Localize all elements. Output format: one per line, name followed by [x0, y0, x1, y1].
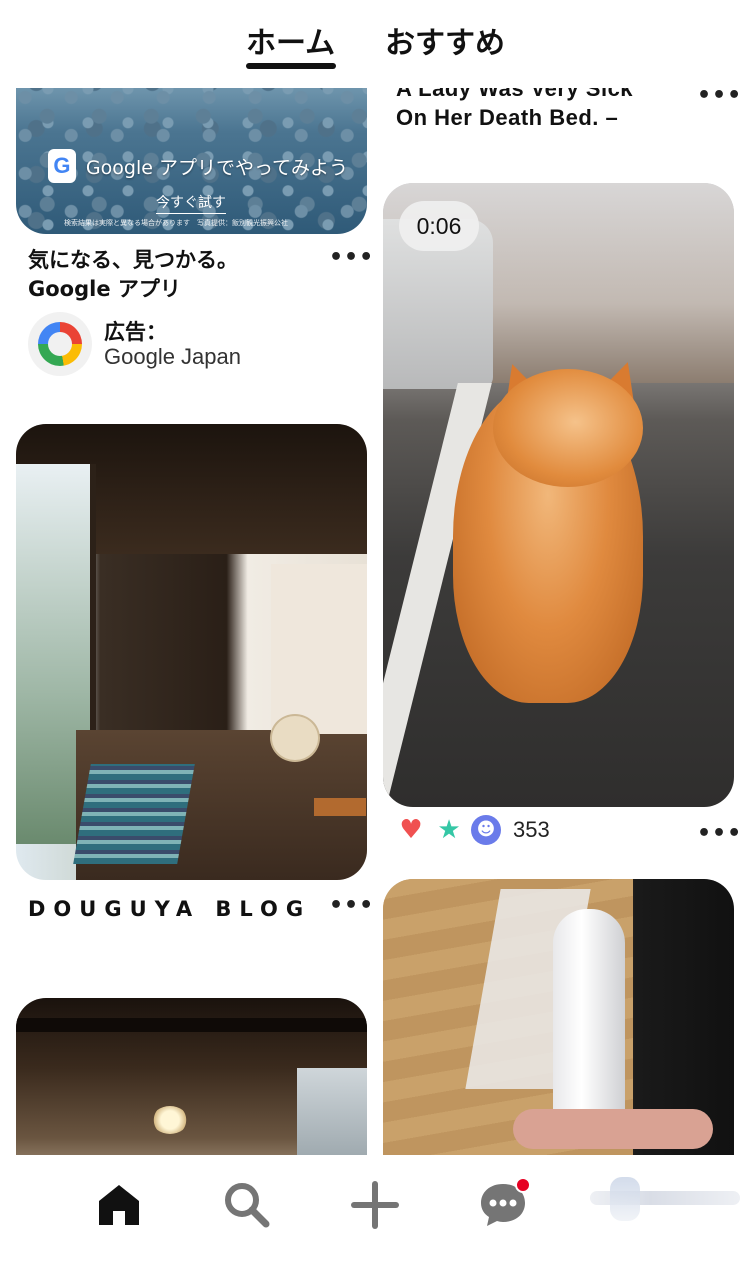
- heart-reaction-icon: ♥: [399, 815, 423, 845]
- pin-feed[interactable]: G Google アプリでやってみよう 今すぐ試す 検索結果は実際と異なる場合が…: [0, 88, 750, 1155]
- star-reaction-icon: ★: [437, 815, 461, 845]
- top-tab-bar: ホーム おすすめ: [0, 0, 750, 88]
- nav-create[interactable]: [345, 1175, 405, 1235]
- ad-fine-print: 検索結果は実際と異なる場合があります 写真提供：飯別観光振興公社: [64, 219, 288, 227]
- google-g-icon: [38, 322, 82, 366]
- interior-pin-image[interactable]: [16, 424, 367, 880]
- ad-pin-more-button[interactable]: •••: [329, 247, 374, 269]
- advertiser-label: 広告：: [104, 320, 167, 344]
- douguya-pin-more-button[interactable]: •••: [329, 895, 374, 917]
- bottom-nav: [0, 1155, 750, 1287]
- cat-video-pin[interactable]: 0:06: [383, 183, 734, 807]
- advertiser-name[interactable]: Google Japan: [104, 344, 241, 370]
- tab-home[interactable]: ホーム: [246, 18, 335, 62]
- photo-lamp: [152, 1106, 188, 1134]
- interior2-pin-image[interactable]: [16, 998, 367, 1155]
- nav-messages[interactable]: [473, 1175, 533, 1235]
- nav-home[interactable]: [89, 1175, 149, 1235]
- profile-avatar-highlight: [610, 1177, 640, 1221]
- smile-reaction-icon: ☻: [471, 815, 501, 845]
- cat-pin-more-button[interactable]: •••: [697, 823, 742, 845]
- photo-cat-head: [493, 369, 643, 487]
- ad-pin-title[interactable]: 気になる、見つかる。Google アプリ: [28, 246, 318, 304]
- photo-wall: [271, 564, 367, 734]
- text-pin-title[interactable]: A Lady Was Very Sick On Her Death Bed. –: [396, 88, 666, 132]
- video-duration-badge: 0:06: [399, 201, 479, 251]
- photo-hand: [513, 1109, 713, 1149]
- advertiser-avatar[interactable]: [28, 312, 92, 376]
- reaction-count: 353: [513, 817, 550, 842]
- nav-search[interactable]: [217, 1175, 277, 1235]
- text-pin-more-button[interactable]: •••: [697, 88, 742, 107]
- active-tab-indicator: [246, 63, 336, 69]
- add-icon: [351, 1181, 399, 1229]
- photo-mat: [73, 764, 195, 864]
- hand-pin-image[interactable]: [383, 879, 734, 1155]
- search-icon: [225, 1183, 270, 1228]
- google-logo-icon: G: [48, 149, 76, 183]
- tab-recommended[interactable]: おすすめ: [385, 18, 505, 62]
- notification-dot: [515, 1177, 531, 1193]
- reactions-summary[interactable]: ♥ ★ ☻ 353: [395, 813, 550, 847]
- ad-pin-image[interactable]: G Google アプリでやってみよう 今すぐ試す 検索結果は実際と異なる場合が…: [16, 88, 367, 234]
- home-icon: [99, 1185, 139, 1225]
- ad-overlay: G Google アプリでやってみよう: [48, 146, 348, 186]
- photo-stool: [314, 798, 366, 816]
- douguya-pin-title[interactable]: DOUGUYA BLOG: [28, 894, 318, 924]
- photo-beam: [16, 1018, 367, 1032]
- photo-window: [297, 1068, 367, 1155]
- ad-overlay-text: Google アプリでやってみよう: [85, 156, 348, 179]
- photo-basket: [270, 714, 320, 762]
- nav-profile[interactable]: [590, 1177, 740, 1227]
- ad-cta-link[interactable]: 今すぐ試す: [156, 192, 226, 214]
